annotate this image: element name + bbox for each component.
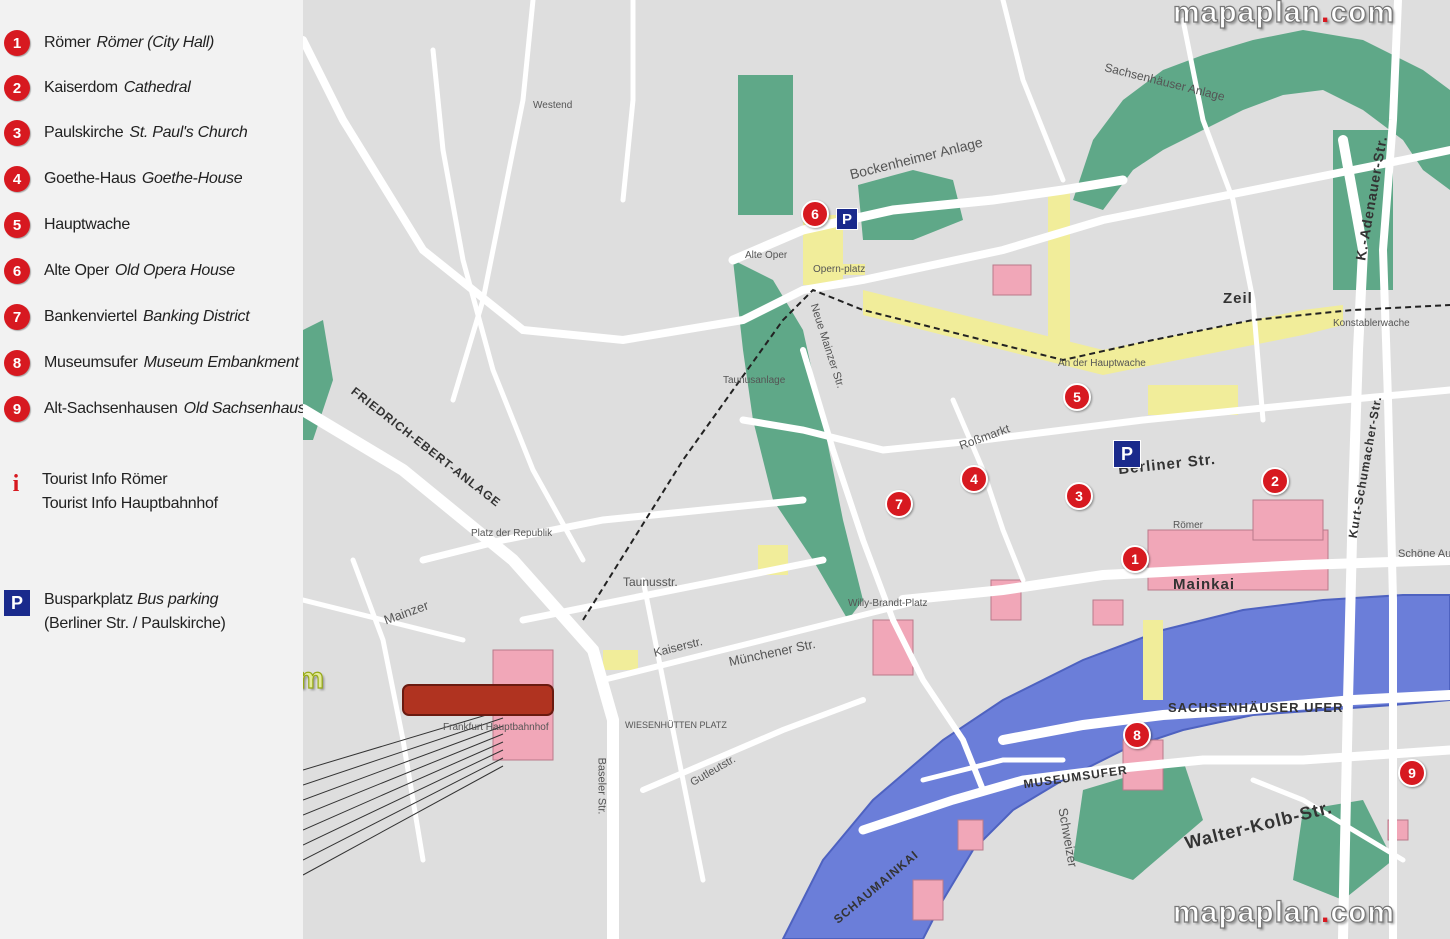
legend-item-3: 3 Paulskirche St. Paul's Church	[4, 118, 248, 148]
street-label-zeil: Zeil	[1223, 290, 1253, 307]
marker-5-badge: 5	[4, 212, 30, 238]
marker-8-badge: 8	[4, 350, 30, 376]
bus-parking-icon-opernplatz[interactable]: P	[836, 208, 858, 230]
marker-9-badge: 9	[4, 396, 30, 422]
marker-9-alt-sachsenhausen[interactable]: 9	[1398, 759, 1426, 787]
legend-bus-parking: P Busparkplatz Bus parking (Berliner Str…	[4, 588, 226, 640]
watermark-tld: com	[303, 661, 326, 695]
legend-item-name: Bankenviertel	[44, 308, 138, 325]
bus-parking-icon-berliner[interactable]: P	[1113, 440, 1141, 468]
street-label-mainkai: Mainkai	[1173, 576, 1236, 593]
street-label-sachsenhaeuser-ufer: SACHSENHÄUSER UFER	[1168, 700, 1344, 715]
street-label-taunus: Taunusstr.	[623, 575, 678, 589]
legend-item-translation: Old Opera House	[114, 262, 235, 279]
street-label-schoene-aussicht: Schöne Aussicht	[1398, 548, 1450, 560]
legend-tourist-info: i Tourist Info Römer Tourist Info Hauptb…	[4, 468, 218, 520]
legend-item-translation: St. Paul's Church	[129, 124, 248, 141]
legend-item-name: Alt-Sachsenhausen	[44, 400, 178, 417]
legend-item-translation: Old Sachsenhausen	[183, 400, 323, 417]
place-label-taunusanlage: Taunusanlage	[723, 375, 786, 386]
watermark-tld: com	[1330, 0, 1396, 30]
watermark-bottom-right: mapaplan.com	[1172, 895, 1396, 930]
place-label-roemer: Römer	[1173, 520, 1204, 531]
marker-7-bankenviertel[interactable]: 7	[885, 490, 913, 518]
bus-parking-name: Busparkplatz	[44, 591, 133, 608]
place-label-westend: Westend	[533, 100, 573, 111]
marker-5-hauptwache[interactable]: 5	[1063, 383, 1091, 411]
marker-4-goethe-haus[interactable]: 4	[960, 465, 988, 493]
watermark-text: mapaplan	[1172, 895, 1322, 929]
tourist-info-line-1: Tourist Info Römer	[42, 471, 168, 488]
watermark-dot: .	[1321, 896, 1331, 929]
marker-1-badge: 1	[4, 30, 30, 56]
marker-2-badge: 2	[4, 75, 30, 101]
place-label-opernplatz: Opern-platz	[813, 264, 866, 275]
place-label-konstablerwache: Konstablerwache	[1333, 318, 1410, 329]
marker-1-roemer[interactable]: 1	[1121, 545, 1149, 573]
legend-item-8: 8 Museumsufer Museum Embankment	[4, 348, 299, 378]
bus-parking-translation: Bus parking	[137, 591, 219, 608]
legend-item-name: Museumsufer	[44, 354, 138, 371]
legend-item-2: 2 Kaiserdom Cathedral	[4, 73, 191, 103]
legend-item-translation: Goethe-House	[141, 170, 243, 187]
legend-item-translation: Banking District	[143, 308, 250, 325]
map-legend: 1 Römer Römer (City Hall) 2 Kaiserdom Cath…	[0, 0, 323, 939]
street-label-baseler: Baseler Str.	[595, 757, 608, 815]
legend-item-name: Kaiserdom	[44, 79, 118, 96]
legend-item-name: Alte Oper	[44, 262, 109, 279]
watermark-dot: .	[1321, 0, 1331, 29]
legend-item-name: Hauptwache	[44, 216, 130, 233]
watermark-top-right: mapaplan.com	[1172, 0, 1396, 30]
marker-6-badge: 6	[4, 258, 30, 284]
marker-7-badge: 7	[4, 304, 30, 330]
watermark-middle: mapaplan.com	[303, 661, 326, 696]
city-map[interactable]: Zeil Berliner Str. Mainkai SACHSENHÄUSER…	[303, 0, 1450, 939]
legend-item-name: Paulskirche	[44, 124, 124, 141]
legend-item-translation: Cathedral	[123, 79, 191, 96]
marker-6-alte-oper[interactable]: 6	[801, 200, 829, 228]
place-label-wiesenhuetten: WIESENHÜTTEN PLATZ	[625, 720, 727, 730]
marker-4-badge: 4	[4, 166, 30, 192]
legend-item-translation: Römer (City Hall)	[96, 34, 215, 51]
legend-item-1: 1 Römer Römer (City Hall)	[4, 28, 214, 58]
legend-item-9: 9 Alt-Sachsenhausen Old Sachsenhausen	[4, 394, 323, 424]
legend-item-6: 6 Alte Oper Old Opera House	[4, 256, 235, 286]
place-label-hauptbahnhof: Frankfurt Hauptbahnhof	[443, 722, 549, 733]
legend-item-4: 4 Goethe-Haus Goethe-House	[4, 164, 243, 194]
place-label-hauptwache: An der Hauptwache	[1058, 358, 1146, 369]
watermark-tld: com	[1330, 895, 1396, 929]
legend-item-5: 5 Hauptwache	[4, 210, 136, 240]
marker-3-badge: 3	[4, 120, 30, 146]
marker-3-paulskirche[interactable]: 3	[1065, 482, 1093, 510]
hauptbahnhof-building	[402, 684, 554, 716]
legend-item-translation: Museum Embankment	[143, 354, 299, 371]
legend-item-name: Römer	[44, 34, 91, 51]
legend-item-7: 7 Bankenviertel Banking District	[4, 302, 250, 332]
watermark-text: mapaplan	[1172, 0, 1322, 30]
place-label-willy-brandt: Willy-Brandt-Platz	[848, 598, 928, 609]
parking-icon: P	[4, 590, 30, 616]
marker-8-museumsufer[interactable]: 8	[1123, 721, 1151, 749]
place-label-alte-oper: Alte Oper	[745, 250, 788, 261]
info-icon: i	[12, 470, 20, 497]
bus-parking-line-2: (Berliner Str. / Paulskirche)	[44, 615, 226, 632]
marker-2-kaiserdom[interactable]: 2	[1261, 467, 1289, 495]
place-label-platz-der-republik: Platz der Republik	[471, 528, 553, 539]
tourist-info-line-2: Tourist Info Hauptbahnhof	[42, 495, 218, 512]
legend-item-name: Goethe-Haus	[44, 170, 136, 187]
